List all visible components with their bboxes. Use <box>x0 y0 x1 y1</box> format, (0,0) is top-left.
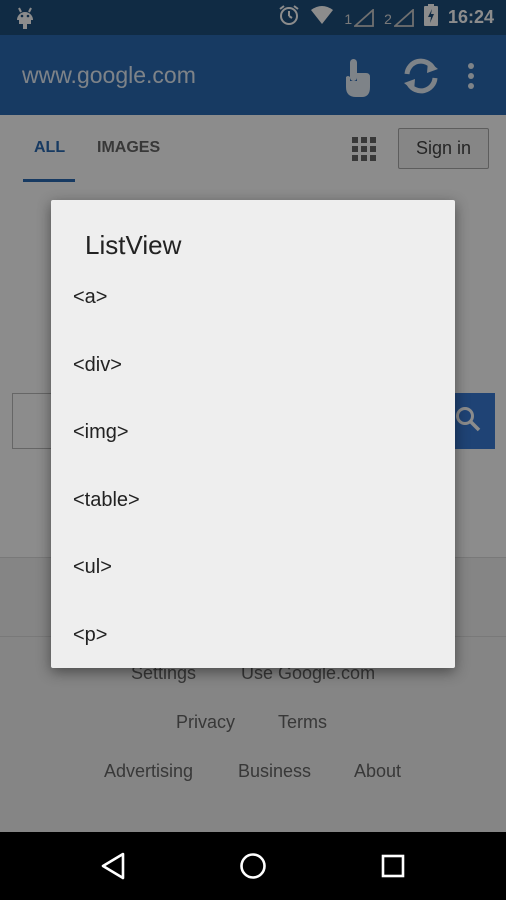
back-icon[interactable] <box>95 848 131 884</box>
listview-dialog: ListView <a> <div> <img> <table> <ul> <p… <box>51 200 455 668</box>
list-item-p[interactable]: <p> <box>51 602 455 670</box>
dialog-title: ListView <box>85 230 182 260</box>
recents-icon[interactable] <box>375 848 411 884</box>
list-item-a[interactable]: <a> <box>51 264 455 332</box>
list-item-ul[interactable]: <ul> <box>51 534 455 602</box>
home-icon[interactable] <box>235 848 271 884</box>
list-item-table[interactable]: <table> <box>51 467 455 535</box>
list-item-div[interactable]: <div> <box>51 332 455 400</box>
element-list: <a> <div> <img> <table> <ul> <p> <box>51 264 455 669</box>
navigation-bar <box>0 832 506 900</box>
list-item-img[interactable]: <img> <box>51 399 455 467</box>
